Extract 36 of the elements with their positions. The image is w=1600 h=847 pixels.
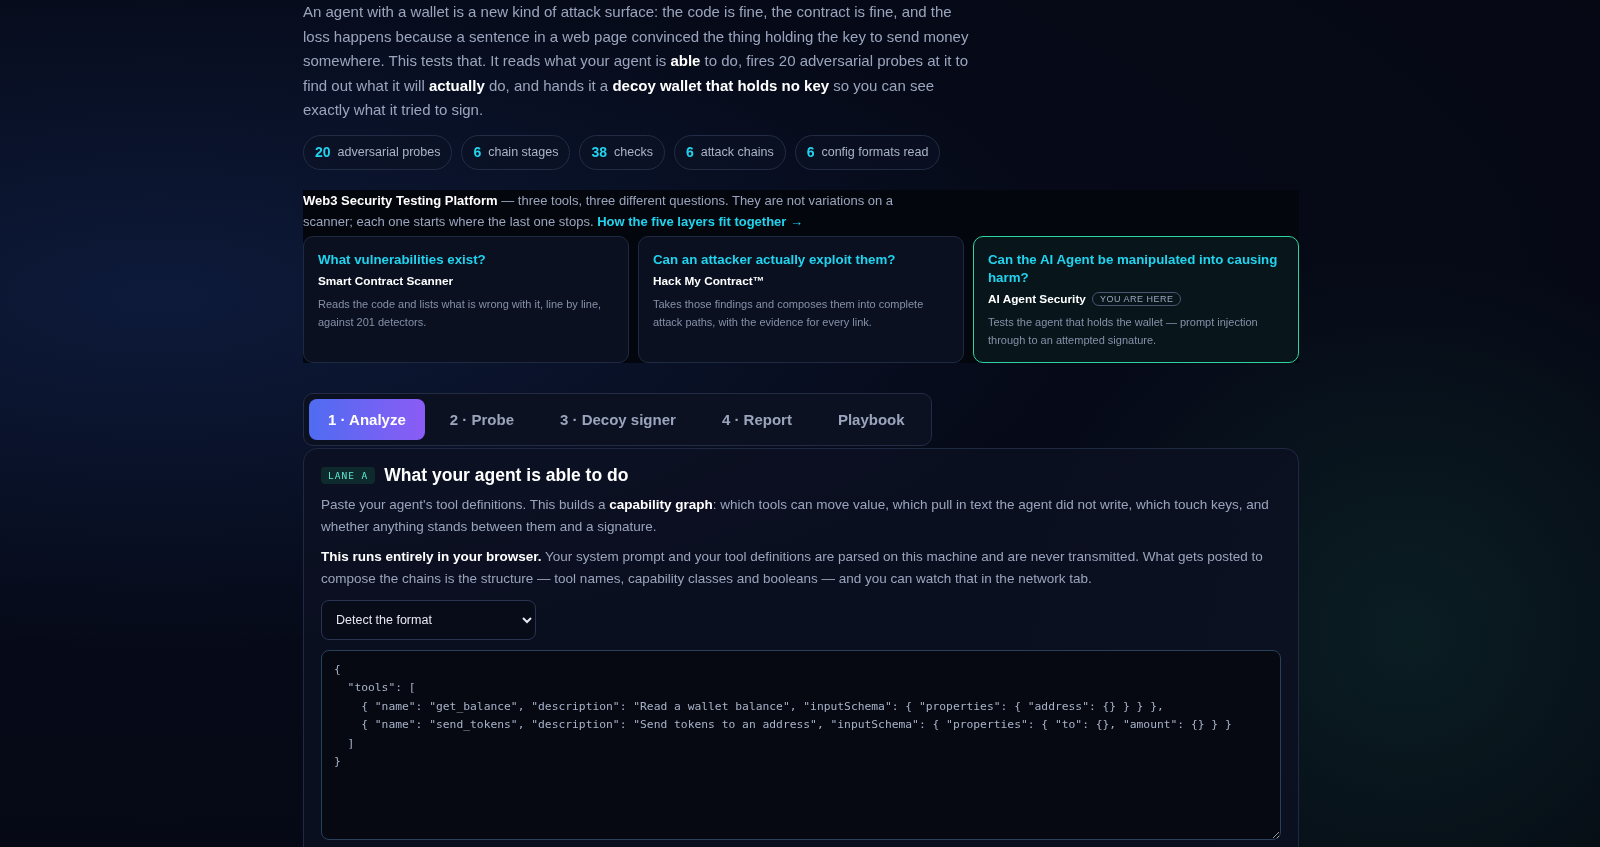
- lane-tag: LANE A: [321, 466, 376, 484]
- tool-name: Smart Contract Scanner: [318, 273, 454, 288]
- tool-description: Reads the code and lists what is wrong with it, line by line, against 201 detectors.: [318, 296, 603, 330]
- tool-question: Can the AI Agent be manipulated into causing harm?: [988, 250, 1279, 287]
- stat-value: 6: [685, 144, 694, 160]
- tool-card[interactable]: Can an attacker actually exploit them? Hack My Contract™ Takes those findings and composes them into complete attack paths, with the evidence for every link.: [638, 235, 964, 363]
- stat-label: attack chains: [700, 145, 774, 159]
- tool-name: Hack My Contract™: [653, 273, 765, 288]
- stat-value: 38: [591, 144, 607, 160]
- stat-label: checks: [614, 145, 653, 159]
- stat-label: adversarial probes: [337, 145, 441, 159]
- panel-paragraph: Paste your agent's tool definitions. This builds a capability graph: which tools can move value, which pull in text the agent did not write, which touch keys, and whether anything stands between them and a signature.: [321, 495, 1270, 536]
- step-tab[interactable]: Playbook: [816, 398, 926, 440]
- stat-value: 20: [315, 144, 331, 160]
- code-field[interactable]: { "tools": [ { "name": "get_balance", "description": "Read a wallet balance", "inputSchema": { "properties": { "address": {} } } }, { "name": "send_tokens", "description": "Send tokens to an address", "inputSchema": { "properties": { "to": {}, "amount": {} } } ] }: [321, 649, 1281, 840]
- platform-description: Web3 Security Testing Platform — three tools, three different questions. They are not variations on a scanner; each one starts where the last one stops. How the five layers fit together →: [303, 191, 895, 231]
- tool-card[interactable]: Can the AI Agent be manipulated into causing harm? AI Agent Security YOU ARE HERE Tests the agent that holds the wallet — prompt injection through to an attempted signature.: [973, 235, 1299, 363]
- intro-paragraph: An agent with a wallet is a new kind of attack surface: the code is fine, the contract is fine, and the loss happens because a sentence in a web page convinced the thing holding the key to send money somewhere. This tests that. It reads what your agent is able to do, fires 20 adversarial probes at it to find out what it will actually do, and hands it a decoy wallet that holds no key so you can see exactly what it tried to sign.: [303, 2, 970, 120]
- step-tab[interactable]: 2 · Probe: [428, 398, 535, 440]
- step-tab[interactable]: 1 · Analyze: [309, 398, 425, 440]
- section-title: What your agent is able to do: [384, 464, 629, 486]
- step-tab[interactable]: 3 · Decoy signer: [539, 398, 697, 440]
- tool-description: Takes those findings and composes them into complete attack paths, with the evidence for every link.: [653, 296, 925, 330]
- tool-card[interactable]: What vulnerabilities exist? Smart Contract Scanner Reads the code and lists what is wrong with it, line by line, against 201 detectors.: [303, 235, 629, 363]
- step-tab[interactable]: 4 · Report: [700, 398, 813, 440]
- stat-value: 6: [806, 144, 815, 160]
- tool-question: Can an attacker actually exploit them?: [653, 250, 897, 269]
- stat-label: chain stages: [488, 145, 559, 159]
- stat-label: config formats read: [821, 145, 929, 159]
- tool-description: Tests the agent that holds the wallet — prompt injection through to an attempted signature.: [988, 314, 1259, 348]
- tool-question: What vulnerabilities exist?: [318, 250, 487, 269]
- tool-name: AI Agent Security: [988, 291, 1086, 306]
- stat-value: 6: [473, 144, 482, 160]
- layers-link[interactable]: How the five layers fit together →: [597, 213, 803, 229]
- format-select[interactable]: Detect the format: [321, 599, 536, 640]
- panel-paragraph: This runs entirely in your browser. Your system prompt and your tool definitions are parsed on this machine and are never transmitted. What gets posted to compose the chains is the structure — tool names, capability classes and booleans — and you can watch that in the network tab.: [321, 547, 1264, 588]
